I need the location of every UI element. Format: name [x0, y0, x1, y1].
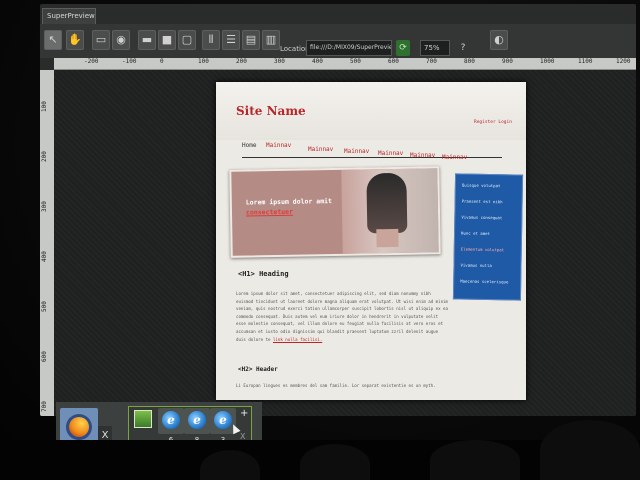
nav-mainnav[interactable]: Mainnav — [308, 146, 333, 153]
ie8-tile[interactable]: e — [184, 408, 210, 434]
body-paragraph: Lorem ipsum dolor sit amet, consectetuer… — [236, 291, 448, 342]
refresh-icon[interactable]: ⟳ — [396, 40, 410, 56]
ruler-tick-label: 900 — [502, 58, 513, 65]
overlay-view-icon[interactable]: ◉ — [112, 30, 130, 50]
ruler-tick-label: 0 — [160, 58, 164, 65]
h2-heading: <H2> Header — [238, 366, 278, 373]
layout-c-icon[interactable]: ▢ — [178, 30, 196, 50]
sidebar-item[interactable]: Nunc et amet — [461, 231, 490, 237]
ruler-tick-label: 200 — [41, 151, 48, 162]
ie-icon: e — [162, 411, 180, 429]
body-paragraph-2: Li Europan lingues es membres del sam fa… — [236, 383, 436, 388]
ruler-tick-label: 1100 — [578, 58, 593, 65]
ruler-tick-label: 700 — [426, 58, 437, 65]
ruler-tick-label: 200 — [236, 58, 247, 65]
ruler-tick-label: 400 — [312, 58, 323, 65]
split-vertical-icon[interactable]: ⫴ — [202, 30, 220, 50]
presentation-stage: SuperPreview ↖ ✋ ▭ ◉ ▬ ■ ▢ ⫴ ☰ ▤ ▥ ◐ Loc… — [0, 0, 640, 480]
layout-e-icon[interactable]: ▥ — [262, 30, 280, 50]
add-browser-button[interactable]: + — [240, 408, 248, 419]
ruler-tick-label: -200 — [84, 58, 99, 65]
hero-banner: Lorem ipsum dolor amit consectetuer — [229, 166, 441, 258]
firefox-icon[interactable] — [66, 414, 92, 440]
register-login-link[interactable]: Register Login — [474, 120, 512, 125]
rendered-webpage[interactable]: Site Name Register Login Home Mainnav Ma… — [216, 82, 526, 400]
zoom-select[interactable]: 75% — [420, 40, 450, 56]
ruler-tick-label: 700 — [41, 401, 48, 412]
nav-home[interactable]: Home — [242, 142, 256, 149]
hero-link[interactable]: consectetuer — [246, 208, 293, 217]
location-input[interactable]: file:///D:/MIX09/SuperPreview/Site — [306, 40, 392, 56]
layout-b-icon[interactable]: ■ — [158, 30, 176, 50]
sidebar-item[interactable]: Quisque volutpat — [462, 183, 501, 189]
ruler-tick-label: 300 — [41, 201, 48, 212]
select-tool-icon[interactable]: ↖ — [44, 30, 62, 50]
sidebar-item[interactable]: Elementum volutpat — [461, 247, 504, 253]
single-view-icon[interactable]: ▭ — [92, 30, 110, 50]
ruler-tick-label: 300 — [274, 58, 285, 65]
layout-a-icon[interactable]: ▬ — [138, 30, 156, 50]
layout-d-icon[interactable]: ▤ — [242, 30, 260, 50]
body-link[interactable]: link nulla facilisi. — [273, 337, 322, 342]
compare-icon[interactable]: ◐ — [490, 30, 508, 50]
superpreview-window: SuperPreview ↖ ✋ ▭ ◉ ▬ ■ ▢ ⫴ ☰ ▤ ▥ ◐ Loc… — [40, 4, 636, 416]
horizontal-ruler: -200 -100 0 100 200 300 400 500 600 700 800 900 1000… — [54, 58, 636, 70]
help-icon[interactable]: ? — [456, 40, 470, 56]
nav-mainnav[interactable]: Mainnav — [442, 154, 467, 161]
ie6-tile[interactable]: e — [158, 408, 184, 434]
ruler-tick-label: 1000 — [540, 58, 555, 65]
nav-mainnav[interactable]: Mainnav — [378, 150, 403, 157]
hero-text: Lorem ipsum dolor amit consectetuer — [245, 197, 332, 217]
ruler-tick-label: 400 — [41, 251, 48, 262]
ruler-tick-label: 800 — [464, 58, 475, 65]
ruler-tick-label: 100 — [41, 101, 48, 112]
ruler-tick-label: 1200 — [616, 58, 631, 65]
sidebar-nav: Quisque volutpat Praesent est nibh Vivam… — [452, 173, 524, 301]
hero-headphones-figure — [366, 172, 408, 234]
ruler-tick-label: 600 — [41, 351, 48, 362]
site-name[interactable]: Site Name — [236, 104, 306, 118]
sidebar-item[interactable]: Vivamus consequat — [461, 215, 502, 221]
h1-heading: <H1> Heading — [238, 270, 289, 278]
nav-mainnav[interactable]: Mainnav — [344, 148, 369, 155]
audience-head — [300, 444, 370, 480]
audience-silhouettes — [0, 420, 640, 480]
split-horizontal-icon[interactable]: ☰ — [222, 30, 240, 50]
vertical-ruler: 100 200 300 400 500 600 700 — [40, 70, 54, 416]
nav-mainnav[interactable]: Mainnav — [266, 142, 291, 149]
ruler-tick-label: -100 — [122, 58, 137, 65]
pan-tool-icon[interactable]: ✋ — [66, 30, 84, 50]
audience-head — [540, 420, 640, 480]
sidebar-item[interactable]: Maecenas scelerisque — [460, 279, 508, 285]
ruler-tick-label: 500 — [350, 58, 361, 65]
nav-mainnav[interactable]: Mainnav — [410, 152, 435, 159]
ruler-tick-label: 100 — [198, 58, 209, 65]
audience-head — [200, 450, 260, 480]
window-title-tab[interactable]: SuperPreview — [42, 8, 96, 24]
main-nav: Home Mainnav Mainnav Mainnav Mainnav Mai… — [242, 138, 502, 161]
sidebar-item[interactable]: Praesent est nibh — [462, 199, 503, 205]
ruler-tick-label: 500 — [41, 301, 48, 312]
audience-head — [430, 440, 520, 480]
ruler-tick-label: 600 — [388, 58, 399, 65]
ie-icon: e — [188, 411, 206, 429]
hero-figure-neck — [376, 228, 399, 248]
windows-browser-icon[interactable] — [134, 410, 152, 428]
sidebar-item[interactable]: Vivamus nulla — [460, 263, 491, 269]
